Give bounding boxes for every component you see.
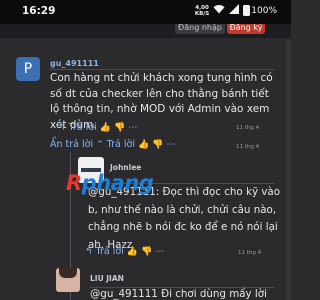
more-icon[interactable]: ⋯ [167, 140, 176, 150]
reply-button[interactable]: ↰ Trả lời 👍 👎 ⋯ [85, 246, 164, 257]
dislike-icon[interactable]: 👎 [152, 140, 163, 150]
battery-icon [243, 5, 251, 16]
dislike-icon[interactable]: 👎 [114, 123, 125, 133]
avatar[interactable]: P [16, 57, 40, 81]
reply-username[interactable]: LIU JIAN [90, 274, 124, 283]
chevron-up-icon: ⌃ [96, 140, 104, 150]
reply-label: Trả lời [106, 139, 135, 150]
battery-indicator: 100% [243, 5, 277, 16]
status-bar: 16:29 4,00 KB/S 100% [0, 0, 291, 24]
comment-timestamp: 11 thg 4 [236, 125, 260, 131]
network-speed-value: 4,00 [195, 4, 209, 11]
battery-percent: 100% [251, 5, 277, 16]
watermark-text: phang [81, 171, 154, 195]
site-watermark: Rphang [66, 171, 154, 195]
hide-timestamp: 11 thg 4 [236, 144, 260, 150]
reply-label: Trả lời [68, 122, 97, 133]
network-speed: 4,00 KB/S [195, 5, 209, 17]
dislike-icon[interactable]: 👎 [141, 247, 152, 257]
reply-icon: ↰ [85, 247, 93, 257]
more-icon[interactable]: ⋯ [155, 247, 164, 257]
wifi-icon [213, 4, 225, 17]
reply-label: Trả lời [95, 246, 124, 257]
reply-icon: ↰ [58, 123, 66, 133]
reply-button[interactable]: ↰ Trả lời 👍 👎 ⋯ [58, 122, 137, 133]
reply-text: @gu_491111 Đi chơi dùng mấy lời [90, 288, 267, 300]
scrollbar[interactable] [286, 40, 291, 300]
hide-replies-label: Ẩn trả lời [50, 139, 94, 150]
reply-timestamp: 11 thg 4 [238, 250, 262, 256]
like-icon[interactable]: 👍 [138, 140, 149, 150]
more-icon[interactable]: ⋯ [128, 123, 137, 133]
network-speed-unit: KB/S [194, 10, 210, 17]
comment-username[interactable]: gu_491111 [50, 59, 99, 68]
register-button[interactable]: Đăng ký [227, 24, 265, 34]
status-icons: 4,00 KB/S 100% [195, 4, 277, 17]
hide-replies-button[interactable]: Ẩn trả lời ⌃ Trả lời 👍 👎 ⋯ [50, 139, 176, 150]
avatar[interactable] [56, 268, 80, 292]
status-time: 16:29 [22, 5, 56, 17]
comment-divider [50, 69, 274, 70]
login-button[interactable]: Đăng nhập [175, 24, 225, 34]
signal-icon [229, 4, 240, 17]
like-icon[interactable]: 👍 [127, 247, 138, 257]
like-icon[interactable]: 👍 [100, 123, 111, 133]
